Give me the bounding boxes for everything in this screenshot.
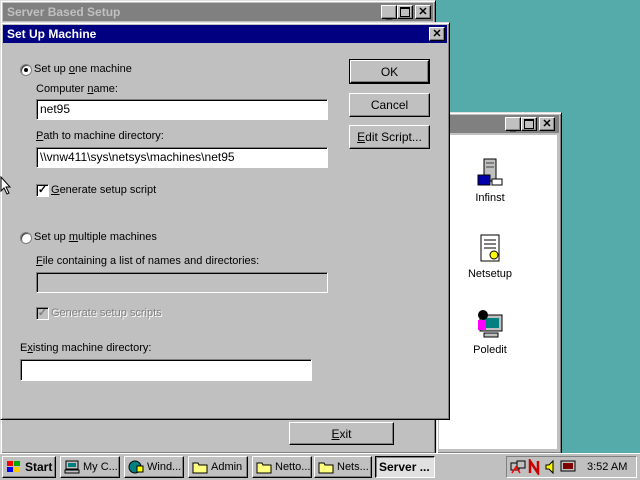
- set-up-one-machine-label[interactable]: Set up one machine: [34, 63, 132, 75]
- existing-machine-directory-input[interactable]: [20, 359, 312, 381]
- clock[interactable]: 3:52 AM: [587, 461, 627, 473]
- ok-label: OK: [380, 64, 399, 79]
- start-button[interactable]: Start: [2, 456, 56, 478]
- computer-name-value: net95: [40, 102, 71, 116]
- computer-install-icon: [477, 158, 503, 186]
- folder-icon: [318, 462, 334, 474]
- list-file-input[interactable]: [36, 272, 328, 293]
- list-file-label: File containing a list of names and dire…: [36, 255, 260, 267]
- generate-setup-scripts-checkbox[interactable]: ✓: [36, 307, 49, 320]
- computer-name-label: Computer name:: [36, 83, 118, 95]
- my-computer-icon: [64, 460, 80, 474]
- cancel-label: Cancel: [370, 98, 409, 112]
- explorer-window: _ ✕ Infinst Netsetup Poledit: [436, 112, 562, 454]
- poledit-label: Poledit: [473, 344, 507, 356]
- taskbar-button-nets[interactable]: Nets...: [314, 456, 372, 478]
- maximize-icon: [400, 7, 410, 17]
- close-icon: ✕: [418, 5, 428, 18]
- taskbar-button-netto[interactable]: Netto...: [252, 456, 312, 478]
- poledit-item[interactable]: Poledit: [455, 309, 525, 356]
- generate-setup-script-checkbox[interactable]: ✓: [36, 184, 49, 197]
- network-tray-icon[interactable]: [510, 459, 526, 475]
- machine-path-input[interactable]: \\vnw411\sys\netsys\machines\net95: [36, 147, 328, 168]
- document-icon: [480, 234, 500, 262]
- computer-name-input[interactable]: net95: [36, 99, 328, 120]
- folder-icon: [256, 462, 272, 474]
- taskbar-button-my-computer[interactable]: My C...: [60, 456, 120, 478]
- maximize-button[interactable]: [397, 5, 413, 19]
- cancel-button[interactable]: Cancel: [349, 93, 430, 117]
- set-up-machine-dialog: Set Up Machine ✕ Set up one machine Comp…: [0, 22, 450, 420]
- windows-logo-icon: [7, 461, 20, 472]
- dialog-close-button[interactable]: ✕: [429, 27, 445, 41]
- set-up-multiple-machines-label[interactable]: Set up multiple machines: [34, 231, 157, 243]
- system-tray: 3:52 AM: [506, 456, 637, 478]
- set-up-one-machine-radio[interactable]: [20, 64, 32, 76]
- existing-machine-directory-label: Existing machine directory:: [20, 342, 152, 354]
- ok-button[interactable]: OK: [349, 59, 430, 84]
- maximize-icon: [524, 119, 534, 129]
- netsetup-label: Netsetup: [467, 268, 513, 280]
- taskbar-button-admin[interactable]: Admin: [188, 456, 248, 478]
- volume-icon[interactable]: [544, 459, 558, 475]
- exit-button[interactable]: Exit: [289, 422, 394, 445]
- explorer-minimize-button[interactable]: _: [505, 117, 521, 133]
- netscape-tray-icon[interactable]: [528, 459, 542, 475]
- exit-label: Exit: [331, 426, 352, 441]
- minimize-button[interactable]: _: [381, 5, 397, 21]
- minimize-icon: _: [385, 8, 393, 21]
- generate-setup-scripts-label: Generate setup scripts: [51, 307, 162, 319]
- edit-script-label: Edit Script...: [357, 130, 422, 144]
- machine-path-label: Path to machine directory:: [36, 130, 164, 142]
- set-up-multiple-machines-radio[interactable]: [20, 232, 32, 244]
- machine-path-value: \\vnw411\sys\netsys\machines\net95: [40, 150, 235, 164]
- server-setup-title: Server Based Setup: [7, 5, 121, 19]
- explorer-content: Infinst Netsetup Poledit: [439, 135, 557, 449]
- generate-setup-script-label[interactable]: Generate setup script: [51, 184, 156, 196]
- edit-script-button[interactable]: Edit Script...: [349, 125, 430, 149]
- dialog-title: Set Up Machine: [7, 27, 97, 41]
- server-setup-titlebar[interactable]: Server Based Setup: [3, 3, 433, 21]
- close-icon: ✕: [542, 117, 552, 130]
- netsetup-item[interactable]: Netsetup: [455, 233, 525, 280]
- infinst-item[interactable]: Infinst: [455, 157, 525, 204]
- mouse-cursor-icon: [0, 176, 12, 195]
- dialog-titlebar[interactable]: Set Up Machine: [3, 25, 447, 43]
- minimize-icon: _: [509, 120, 517, 133]
- display-tray-icon[interactable]: [560, 459, 576, 475]
- close-icon: ✕: [432, 27, 442, 40]
- policy-editor-icon: [478, 310, 503, 338]
- start-label: Start: [25, 460, 53, 474]
- taskbar-button-server-setup[interactable]: Server ...: [375, 456, 435, 478]
- explorer-close-button[interactable]: ✕: [539, 117, 555, 131]
- explorer-maximize-button[interactable]: [521, 117, 537, 131]
- taskbar-button-windows-explorer[interactable]: Wind...: [124, 456, 184, 478]
- infinst-label: Infinst: [475, 192, 505, 204]
- close-button[interactable]: ✕: [415, 5, 431, 19]
- folder-icon: [192, 462, 208, 474]
- windows-explorer-icon: [128, 460, 144, 474]
